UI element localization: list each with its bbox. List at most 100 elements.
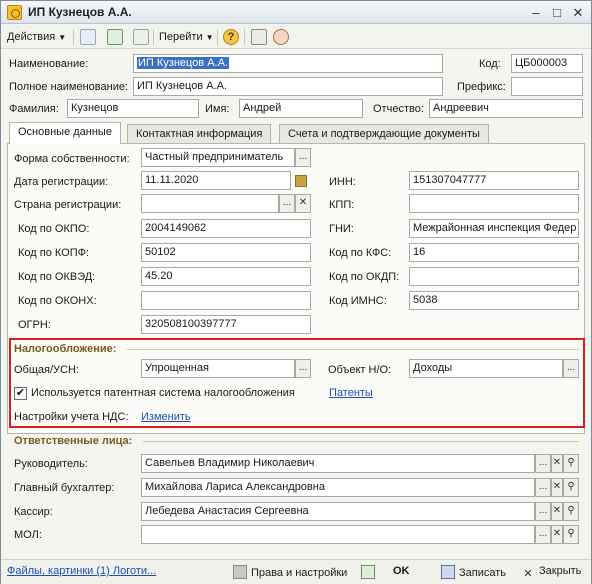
- imns-label: Код ИМНС:: [329, 295, 387, 307]
- cashier-select-button[interactable]: ...: [535, 502, 551, 521]
- patent-checkbox-label: Используется патентная система налогообл…: [31, 387, 295, 399]
- okdp-label: Код по ОКДП:: [329, 271, 400, 283]
- okpo-field[interactable]: 2004149062: [141, 219, 311, 238]
- related-data-icon[interactable]: [273, 29, 289, 45]
- refresh-icon[interactable]: [107, 29, 123, 45]
- lastname-field[interactable]: Кузнецов: [67, 99, 199, 118]
- patents-link[interactable]: Патенты: [329, 387, 373, 399]
- okonh-field[interactable]: [141, 291, 311, 310]
- cashier-search-icon[interactable]: ⚲: [563, 502, 579, 521]
- tax-object-select-button[interactable]: ...: [563, 359, 579, 378]
- code-field[interactable]: ЦБ000003: [511, 54, 583, 73]
- tax-object-label: Объект Н/О:: [328, 364, 392, 376]
- actions-menu[interactable]: Действия ▼: [7, 28, 66, 46]
- name-field[interactable]: ИП Кузнецов А.А.: [133, 54, 443, 73]
- clear-icon[interactable]: ✕: [295, 194, 311, 213]
- kfs-field[interactable]: 16: [409, 243, 579, 262]
- ownership-select-button[interactable]: ...: [295, 148, 311, 167]
- rights-settings-button[interactable]: Права и настройки: [233, 565, 347, 579]
- title-bar[interactable]: ИП Кузнецов А.А. – □ ✕: [1, 1, 591, 24]
- help-icon[interactable]: ?: [223, 29, 239, 45]
- fullname-field[interactable]: ИП Кузнецов А.А.: [133, 77, 443, 96]
- country-select-button[interactable]: ...: [279, 194, 295, 213]
- accountant-clear-icon[interactable]: ✕: [551, 478, 563, 497]
- mol-clear-icon[interactable]: ✕: [551, 525, 563, 544]
- kpp-label: КПП:: [329, 199, 355, 211]
- copy-icon[interactable]: [133, 29, 149, 45]
- print-button[interactable]: [361, 565, 379, 579]
- prefix-field[interactable]: [511, 77, 583, 96]
- okpo-label: Код по ОКПО:: [18, 223, 90, 235]
- country-field[interactable]: [141, 194, 279, 213]
- move-to-group-icon[interactable]: [80, 29, 96, 45]
- mol-select-button[interactable]: ...: [535, 525, 551, 544]
- ok-label: OK: [393, 565, 410, 577]
- tax-object-field[interactable]: Доходы: [409, 359, 563, 378]
- firstname-field[interactable]: Андрей: [239, 99, 363, 118]
- inn-field[interactable]: 151307047777: [409, 171, 579, 190]
- calendar-icon[interactable]: [295, 175, 307, 187]
- chevron-down-icon: ▼: [58, 33, 67, 42]
- toolbar-divider: [153, 29, 154, 45]
- tax-regime-select-button[interactable]: ...: [295, 359, 311, 378]
- middlename-field[interactable]: Андреевич: [429, 99, 583, 118]
- chevron-down-icon: ▼: [205, 33, 214, 42]
- kfs-label: Код по КФС:: [329, 247, 392, 259]
- kpp-field[interactable]: [409, 194, 579, 213]
- cashier-field[interactable]: Лебедева Анастасия Сергеевна: [141, 502, 535, 521]
- middlename-label: Отчество:: [373, 103, 424, 115]
- maximize-icon[interactable]: □: [548, 4, 566, 21]
- country-label: Страна регистрации:: [14, 199, 122, 211]
- close-form-button[interactable]: ✕ Закрыть: [521, 565, 581, 581]
- minimize-icon[interactable]: –: [527, 4, 545, 21]
- cashier-clear-icon[interactable]: ✕: [551, 502, 563, 521]
- tab-accounts-documents[interactable]: Счета и подтверждающие документы: [279, 124, 489, 143]
- okdp-field[interactable]: [409, 267, 579, 286]
- kopf-field[interactable]: 50102: [141, 243, 311, 262]
- regdate-label: Дата регистрации:: [14, 176, 109, 188]
- vat-settings-link[interactable]: Изменить: [141, 411, 191, 423]
- ogrn-field[interactable]: 320508100397777: [141, 315, 311, 334]
- document-check-icon: [361, 565, 375, 579]
- mol-field[interactable]: [141, 525, 535, 544]
- close-icon[interactable]: ✕: [569, 4, 587, 21]
- tax-group-divider: [127, 349, 579, 350]
- cashier-label: Кассир:: [14, 506, 53, 518]
- mol-label: МОЛ:: [14, 529, 42, 541]
- gni-field[interactable]: Межрайонная инспекция Федер: [409, 219, 579, 238]
- okved-field[interactable]: 45.20: [141, 267, 311, 286]
- ok-button[interactable]: OK: [393, 565, 410, 577]
- code-label: Код:: [479, 58, 501, 70]
- responsible-group-divider: [143, 441, 579, 442]
- ownership-field[interactable]: Частный предприниматель: [141, 148, 295, 167]
- save-button[interactable]: Записать: [441, 565, 506, 579]
- okonh-label: Код по ОКОНХ:: [18, 295, 97, 307]
- head-field[interactable]: Савельев Владимир Николаевич: [141, 454, 535, 473]
- head-search-icon[interactable]: ⚲: [563, 454, 579, 473]
- head-clear-icon[interactable]: ✕: [551, 454, 563, 473]
- save-icon: [441, 565, 455, 579]
- regdate-field[interactable]: 11.11.2020: [141, 171, 291, 190]
- files-link[interactable]: Файлы, картинки (1) Логоти...: [7, 565, 156, 577]
- accountant-search-icon[interactable]: ⚲: [563, 478, 579, 497]
- tax-regime-label: Общая/УСН:: [14, 364, 79, 376]
- tab-contact-info[interactable]: Контактная информация: [127, 124, 272, 143]
- ownership-label: Форма собственности:: [14, 153, 130, 165]
- accountant-select-button[interactable]: ...: [535, 478, 551, 497]
- window-title: ИП Кузнецов А.А.: [28, 5, 132, 19]
- save-label: Записать: [459, 567, 507, 579]
- firstname-label: Имя:: [205, 103, 230, 115]
- toolbar-divider: [244, 29, 245, 45]
- structure-icon[interactable]: [251, 29, 267, 45]
- fullname-label: Полное наименование:: [9, 81, 129, 93]
- accountant-field[interactable]: Михайлова Лариса Александровна: [141, 478, 535, 497]
- goto-menu[interactable]: Перейти ▼: [159, 28, 214, 46]
- head-select-button[interactable]: ...: [535, 454, 551, 473]
- tax-regime-field[interactable]: Упрощенная: [141, 359, 295, 378]
- tab-main-data[interactable]: Основные данные: [9, 122, 121, 144]
- mol-search-icon[interactable]: ⚲: [563, 525, 579, 544]
- imns-field[interactable]: 5038: [409, 291, 579, 310]
- name-label: Наименование:: [9, 58, 89, 70]
- gni-label: ГНИ:: [329, 223, 354, 235]
- patent-checkbox[interactable]: ✔: [14, 387, 27, 400]
